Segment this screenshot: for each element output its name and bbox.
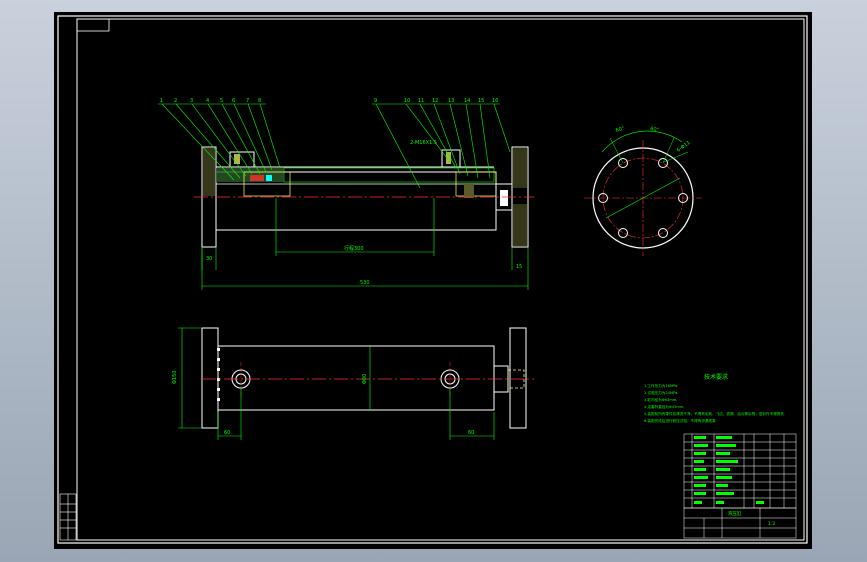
notes-title: 技术要求: [704, 373, 728, 381]
dim-flange-right: 15: [516, 264, 522, 270]
dim-hole-pattern: 6-Φ11: [676, 140, 692, 154]
plan-view-dimensions: [178, 327, 495, 440]
dim-stroke: 行程300: [344, 245, 364, 252]
dim-flange-left: 30: [206, 256, 212, 262]
note-5: 5.装配前所有零件应清洗干净，不得有毛刺、飞边、铁屑、油污等杂物，密封件不得损伤…: [644, 411, 785, 416]
note-1: 1.工作压力为16MPa.: [644, 383, 678, 388]
part-balloons: 1 2 3 4 5 6 7 8 9 10 11 12 13 14 15 16 2…: [160, 98, 498, 146]
balloon-12: 12: [432, 98, 438, 104]
outer-border: [57, 15, 808, 544]
balloon-5: 5: [220, 98, 223, 104]
balloon-4: 4: [206, 98, 209, 104]
dim-flange-height: Φ150: [172, 371, 178, 384]
balloon-13: 13: [448, 98, 454, 104]
dim-overall-length: 530: [360, 280, 370, 286]
left-revision-strip: [59, 493, 77, 541]
note-6: 6.装配完成后进行耐压试验，不得有渗漏现象.: [644, 418, 717, 423]
cad-viewport[interactable]: 1 2 3 4 5 6 7 8 9 10 11 12 13 14 15 16 2…: [54, 12, 812, 549]
balloon-2: 2: [174, 98, 177, 104]
balloon-1: 1: [160, 98, 163, 104]
technical-notes: 技术要求 1.工作压力为16MPa. 2.试验压力为24MPa. 3.缸内径为Φ…: [644, 373, 785, 423]
balloon-14: 14: [464, 98, 470, 104]
balloon-9: 9: [374, 98, 377, 104]
parts-list-text: [694, 436, 764, 504]
engineering-drawing: 1 2 3 4 5 6 7 8 9 10 11 12 13 14 15 16 2…: [57, 15, 808, 544]
dim-port-right: 60: [468, 430, 474, 436]
thread-callout: 2-M16X1.5: [410, 140, 437, 146]
balloon-3: 3: [190, 98, 193, 104]
balloon-15: 15: [478, 98, 484, 104]
drawing-number-box: [76, 18, 110, 32]
note-3: 3.缸内径为Φ63mm.: [644, 397, 677, 402]
balloon-16: 16: [492, 98, 498, 104]
dim-port-left: 60: [224, 430, 230, 436]
balloon-11: 11: [418, 98, 424, 104]
plan-view: [201, 327, 534, 429]
balloon-8: 8: [258, 98, 261, 104]
note-4: 4.活塞杆直径为Φ45mm.: [644, 404, 685, 409]
title-block-name: 液压缸: [728, 510, 742, 517]
balloon-10: 10: [404, 98, 410, 104]
dim-angle-1: 60°: [615, 126, 626, 134]
balloon-6: 6: [232, 98, 235, 104]
dim-angle-2: 60°: [650, 126, 660, 134]
front-section-view: [194, 146, 534, 248]
front-view-dimensions: [201, 198, 529, 290]
note-2: 2.试验压力为24MPa.: [644, 390, 678, 395]
balloon-7: 7: [246, 98, 249, 104]
title-block-scale: 1:2: [768, 521, 775, 527]
dim-body-height: Φ80: [362, 374, 368, 384]
